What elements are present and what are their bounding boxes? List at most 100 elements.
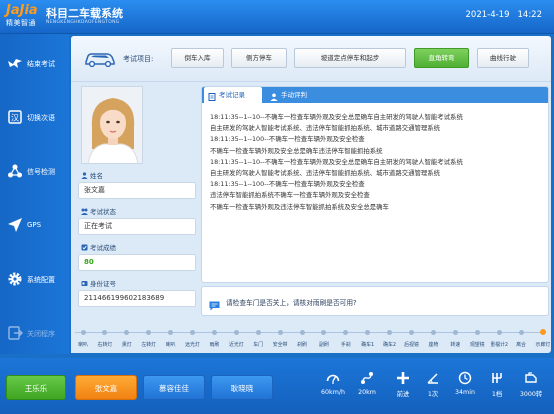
main-panel: 考试项目: 倒车入库 侧方停车 坡道定点停车和起步 直角转弯 曲线行驶 姓名 张… (71, 36, 551, 353)
step-item: 观望镜 (468, 327, 486, 348)
step-label: 确车2 (383, 342, 397, 348)
car-icon (83, 49, 117, 69)
sidebar-item-signal-check[interactable]: 信号检测 (0, 144, 69, 200)
logo-subtext: 精美智通 (6, 19, 36, 27)
step-label: 熏灯 (121, 342, 132, 348)
sidebar-item-close-program[interactable]: 关闭程序 (0, 306, 69, 362)
speedometer-icon (326, 370, 340, 384)
subject-button-right-angle-turn[interactable]: 直角转弯 (414, 48, 469, 68)
step-dot (233, 330, 239, 335)
direction-stat: 前进 (386, 370, 420, 398)
step-dot (474, 330, 480, 335)
step-label: 车门 (253, 342, 264, 348)
clock-time: 14:22 (517, 10, 543, 20)
log-line: 18:11:35--1--100--不确车一检查车辆外观及安全检查 (210, 135, 365, 144)
step-dot (277, 330, 283, 335)
candidate-button-2[interactable]: 张文嘉 (75, 375, 137, 400)
step-label: 远光灯 (185, 342, 200, 348)
tab-manual-judge[interactable]: 手动评判 (266, 87, 338, 103)
engine-icon (524, 370, 538, 384)
count-value: 1次 (427, 391, 439, 398)
app-title: 科目二车载系统 (46, 7, 123, 20)
candidate-button-4[interactable]: 耿晓晓 (211, 375, 273, 400)
record-panel: 考试记录 手动评判 18:11:35--1--10--不确车一检查车辆外观及安全… (201, 86, 549, 283)
log-line: 自主研发的驾驶人智能考试系统、违法停车智能抓拍系统、城市道路交通管理系统 (210, 124, 441, 133)
gear-shift-icon (490, 370, 504, 384)
subject-button-curve-driving[interactable]: 曲线行驶 (477, 48, 529, 68)
step-item: 雨刷 (205, 327, 223, 348)
gps-arrow-icon (7, 217, 23, 233)
step-item: 转速 (446, 327, 464, 348)
step-item: 刹刷 (293, 327, 311, 348)
subject-button-slope-start[interactable]: 坡道定点停车和起步 (294, 48, 406, 68)
step-dot (430, 330, 436, 335)
step-dot (365, 330, 371, 335)
sidebar-item-label: GPS (27, 221, 42, 229)
step-label: 安全带 (272, 342, 288, 348)
step-dot (190, 330, 195, 335)
rpm-stat: 3000转 (514, 370, 548, 398)
bird-icon (7, 55, 23, 71)
name-label: 姓名 (81, 170, 103, 180)
step-item: 喇叭 (74, 327, 92, 348)
step-dot (80, 330, 86, 335)
gear-stat: 1档 (480, 370, 514, 398)
sidebar-item-end-exam[interactable]: 结束考试 (0, 36, 69, 92)
subject-button-side-parking[interactable]: 侧方停车 (231, 48, 287, 68)
gear-value: 1档 (491, 391, 503, 398)
sidebar-item-label: 切换次语 (27, 114, 55, 122)
step-label: 左转灯 (141, 342, 157, 348)
subject-label: 考试项目: (123, 55, 154, 63)
step-dot (452, 330, 458, 335)
status-icon (81, 208, 88, 215)
exam-score-field: 80 (78, 254, 196, 271)
step-item: 重檔计2 (490, 327, 508, 348)
step-dot (387, 330, 393, 335)
step-label: 喇叭 (165, 342, 176, 348)
step-dot (496, 330, 502, 335)
rpm-value: 3000转 (519, 391, 543, 398)
step-dot (321, 330, 327, 335)
candidate-button-3[interactable]: 慕容佳佳 (143, 375, 205, 400)
step-item: 后视镜 (403, 327, 421, 348)
sidebar-item-gps[interactable]: GPS (0, 198, 69, 254)
step-item: 左转灯 (140, 327, 158, 348)
crossroad-icon (396, 370, 410, 384)
tab-exam-record[interactable]: 考试记录 (204, 87, 262, 103)
step-label: 转速 (450, 342, 461, 348)
chat-bubble-icon (209, 296, 220, 311)
direction-value: 前进 (396, 391, 410, 398)
user-icon (81, 172, 88, 179)
brand-logo: JaJia 精美智通 (6, 4, 42, 30)
id-label: 身份证号 (81, 278, 116, 288)
signal-nodes-icon (7, 163, 23, 179)
svg-text:汉: 汉 (11, 114, 19, 123)
clock: 2021-4-19 14:22 (466, 10, 543, 20)
id-number-field: 211466199602183689 (78, 290, 196, 307)
step-dot (211, 330, 217, 335)
step-item: 喇叭 (162, 327, 180, 348)
step-label: 喇叭 (78, 342, 88, 348)
route-icon (360, 370, 374, 384)
sidebar: 结束考试 汉 切换次语 信号检测 GPS 系统配置 关闭程序 (0, 34, 69, 354)
log-line: 自主研发的驾驶人智能考试系统、违法停车智能抓拍系统、城市道路交通管理系统 (210, 169, 441, 178)
gear-icon (7, 271, 23, 287)
record-tabbar: 考试记录 手动评判 (202, 87, 548, 103)
candidate-button-1[interactable]: 王乐乐 (6, 375, 66, 400)
count-stat: 1次 (416, 370, 450, 398)
step-label: 手刹 (340, 342, 351, 348)
subject-button-reverse-parking[interactable]: 倒车入库 (171, 48, 224, 68)
distance-stat: 20km (350, 370, 384, 396)
step-label: 雨刷 (209, 342, 220, 348)
step-item: 车门 (249, 327, 267, 348)
candidate-panel: 姓名 张文嘉 考试状态 正在考试 考试成绩 80 身份证号 2114661996… (71, 84, 197, 353)
sidebar-item-label: 系统配置 (27, 276, 55, 284)
hint-bar: 请检查车门是否关上，请核对雨刷是否可用? (201, 286, 549, 316)
sidebar-item-switch-language[interactable]: 汉 切换次语 (0, 90, 69, 146)
subject-bar: 考试项目: 倒车入库 侧方停车 坡道定点停车和起步 直角转弯 曲线行驶 (71, 36, 551, 82)
log-line: 违法停车智能抓拍系统不确车一检查车辆外观及安全检查 (210, 191, 370, 200)
log-line: 不确车一检查车辆外观及安全总是确车违法停车智能抓拍系统 (210, 146, 383, 155)
time-value: 34min (455, 389, 475, 396)
step-item: 近光灯 (227, 327, 245, 348)
sidebar-item-system-config[interactable]: 系统配置 (0, 252, 69, 308)
